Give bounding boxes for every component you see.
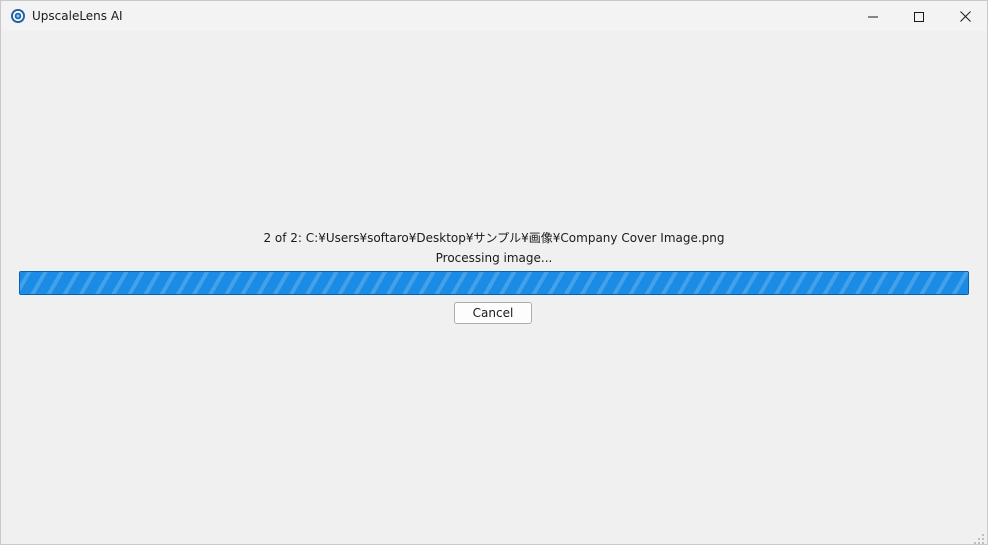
maximize-button[interactable]: [896, 1, 942, 31]
window-title: UpscaleLens AI: [32, 9, 123, 23]
title-bar[interactable]: UpscaleLens AI: [1, 1, 987, 31]
cancel-button[interactable]: Cancel: [454, 302, 532, 324]
current-file-label: 2 of 2: C:¥Users¥softaro¥Desktop¥サンプル¥画像…: [263, 231, 725, 245]
resize-grip-icon[interactable]: [973, 530, 985, 544]
close-icon: [959, 7, 971, 26]
main-content: 2 of 2: C:¥Users¥softaro¥Desktop¥サンプル¥画像…: [1, 31, 987, 544]
app-window: UpscaleLens AI 2 of 2: C:¥Users¥softaro¥…: [0, 0, 988, 545]
minimize-icon: [868, 7, 878, 26]
progress-bar-fill: [20, 272, 968, 294]
progress-bar: [19, 271, 969, 295]
minimize-button[interactable]: [850, 1, 896, 31]
close-button[interactable]: [942, 1, 987, 31]
status-label: Processing image...: [435, 251, 553, 265]
app-logo-icon: [10, 8, 26, 24]
maximize-icon: [914, 7, 924, 26]
